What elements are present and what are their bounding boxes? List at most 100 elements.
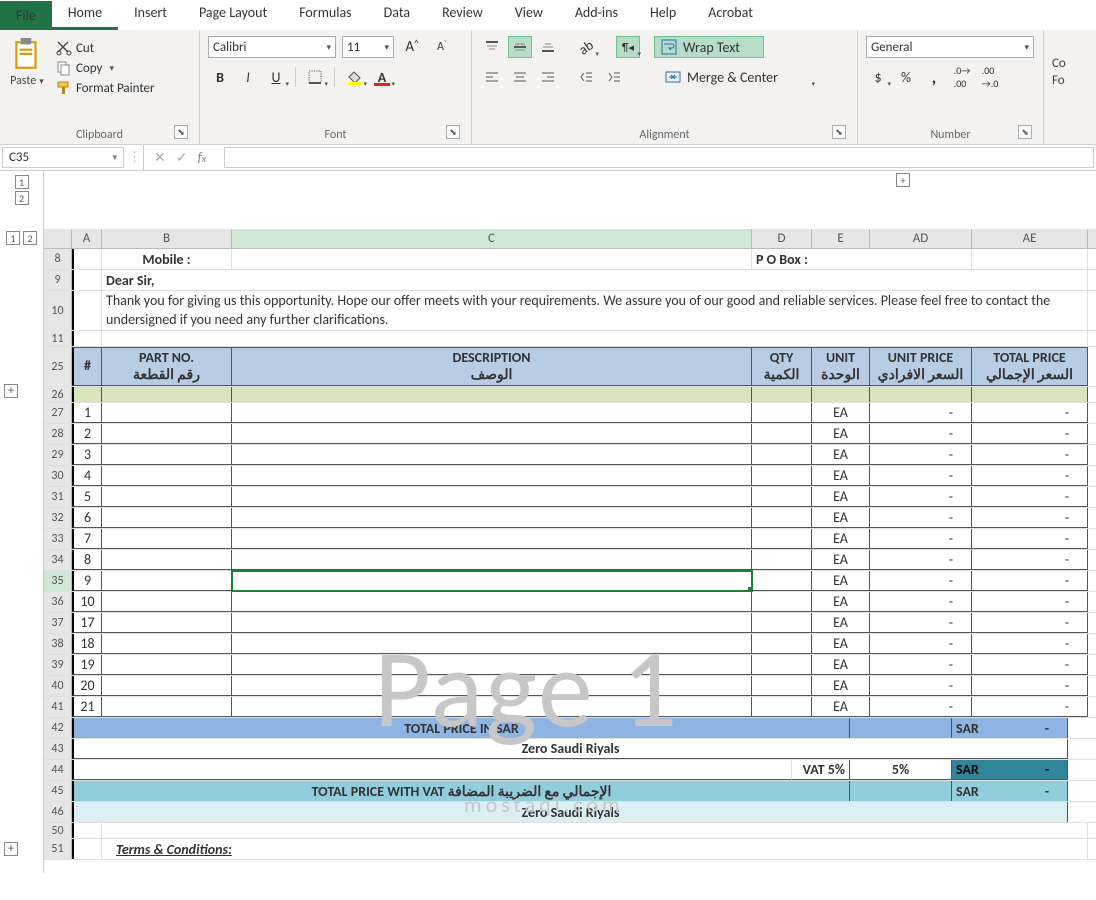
tab-formulas[interactable]: Formulas (283, 0, 367, 30)
row-header-28[interactable]: 28 (44, 424, 72, 444)
cell-desc-28[interactable] (232, 424, 752, 444)
cell-vat-sar[interactable]: SAR- (952, 760, 1068, 780)
cell-qty-30[interactable] (752, 466, 812, 486)
accounting-format-button[interactable]: $▾ (866, 66, 890, 88)
rtl-button[interactable]: ¶◂▾ (616, 36, 640, 58)
tab-view[interactable]: View (499, 0, 559, 30)
outline-expand-1[interactable]: + (4, 384, 18, 398)
cell-num-34[interactable]: 8 (72, 550, 102, 570)
italic-button[interactable]: I (236, 66, 260, 88)
row-header-27[interactable]: 27 (44, 403, 72, 423)
col-header-AD[interactable]: AD (870, 229, 972, 248)
cell-part-40[interactable] (102, 676, 232, 696)
cell-mobile-label[interactable]: Mobile : (102, 249, 232, 269)
row-header-37[interactable]: 37 (44, 613, 72, 633)
cell-num-36[interactable]: 10 (72, 592, 102, 612)
cell-part-32[interactable] (102, 508, 232, 528)
cell-desc-29[interactable] (232, 445, 752, 465)
cell-qty-31[interactable] (752, 487, 812, 507)
row-header-51[interactable]: 51 (44, 839, 72, 859)
row-header-33[interactable]: 33 (44, 529, 72, 549)
percent-format-button[interactable]: % (894, 66, 918, 88)
cell-num-40[interactable]: 20 (72, 676, 102, 696)
format-painter-button[interactable]: Format Painter (56, 80, 155, 96)
cell-intro-text[interactable]: Thank you for giving us this opportunity… (102, 291, 1088, 330)
cell-unit-33[interactable]: EA (812, 529, 870, 549)
cell-desc-30[interactable] (232, 466, 752, 486)
row-header-10[interactable]: 10 (44, 291, 72, 330)
tab-home[interactable]: Home (52, 0, 118, 30)
col-outline-expand[interactable]: + (896, 173, 910, 187)
paste-button[interactable]: Paste▾ (8, 36, 46, 90)
cell-tp-36[interactable]: - (972, 592, 1088, 612)
tab-file[interactable]: File (0, 1, 52, 30)
row-header-45[interactable]: 45 (44, 781, 72, 801)
font-dialog-launcher[interactable]: ⬊ (446, 125, 460, 139)
decrease-font-button[interactable]: Aˇ (430, 36, 454, 58)
cell-tp-40[interactable]: - (972, 676, 1088, 696)
cell-desc-37[interactable] (232, 613, 752, 633)
cell-tp-37[interactable]: - (972, 613, 1088, 633)
bold-button[interactable]: B (208, 66, 232, 88)
alignment-dialog-launcher[interactable]: ⬊ (832, 125, 846, 139)
cell-desc-36[interactable] (232, 592, 752, 612)
cell-desc-34[interactable] (232, 550, 752, 570)
cell-desc-32[interactable] (232, 508, 752, 528)
align-middle-button[interactable] (508, 36, 532, 58)
cell-up-33[interactable]: - (870, 529, 972, 549)
th-part[interactable]: PART NO.رقم القطعة (102, 347, 232, 386)
cell-unit-27[interactable]: EA (812, 403, 870, 423)
cell-num-37[interactable]: 17 (72, 613, 102, 633)
cell-tp-29[interactable]: - (972, 445, 1088, 465)
cell-part-33[interactable] (102, 529, 232, 549)
row-header-46[interactable]: 46 (44, 802, 72, 822)
cell-up-40[interactable]: - (870, 676, 972, 696)
cell-qty-32[interactable] (752, 508, 812, 528)
row-header-31[interactable]: 31 (44, 487, 72, 507)
cell-part-38[interactable] (102, 634, 232, 654)
cell-qty-38[interactable] (752, 634, 812, 654)
cell-desc-33[interactable] (232, 529, 752, 549)
cell-up-34[interactable]: - (870, 550, 972, 570)
cell-tp-38[interactable]: - (972, 634, 1088, 654)
cell-up-37[interactable]: - (870, 613, 972, 633)
cell-qty-37[interactable] (752, 613, 812, 633)
row-header-25[interactable]: 25 (44, 347, 72, 386)
cell-qty-39[interactable] (752, 655, 812, 675)
cell-up-35[interactable]: - (870, 571, 972, 591)
cut-button[interactable]: Cut (56, 40, 155, 56)
row-header-43[interactable]: 43 (44, 739, 72, 759)
cell-unit-28[interactable]: EA (812, 424, 870, 444)
merge-center-button[interactable]: Merge & Center▾ (658, 66, 814, 88)
cell-tp-39[interactable]: - (972, 655, 1088, 675)
cell-tp-27[interactable]: - (972, 403, 1088, 423)
cell-total-vat-sar[interactable]: SAR- (952, 781, 1068, 801)
cell-num-39[interactable]: 19 (72, 655, 102, 675)
cell-up-32[interactable]: - (870, 508, 972, 528)
row-header-34[interactable]: 34 (44, 550, 72, 570)
decrease-indent-button[interactable] (574, 66, 598, 88)
cell-desc-39[interactable] (232, 655, 752, 675)
align-center-button[interactable] (508, 66, 532, 88)
cell-desc-41[interactable] (232, 697, 752, 717)
number-dialog-launcher[interactable]: ⬊ (1018, 125, 1032, 139)
th-num[interactable]: # (72, 347, 102, 386)
tab-help[interactable]: Help (634, 0, 692, 30)
cell-num-29[interactable]: 3 (72, 445, 102, 465)
cell-part-30[interactable] (102, 466, 232, 486)
cell-unit-30[interactable]: EA (812, 466, 870, 486)
cell-part-41[interactable] (102, 697, 232, 717)
cell-qty-28[interactable] (752, 424, 812, 444)
cell-qty-27[interactable] (752, 403, 812, 423)
cell-num-27[interactable]: 1 (72, 403, 102, 423)
th-total-price[interactable]: TOTAL PRICEالسعر الإجمالي (972, 347, 1088, 386)
cell-tp-30[interactable]: - (972, 466, 1088, 486)
cell-part-37[interactable] (102, 613, 232, 633)
cell-num-32[interactable]: 6 (72, 508, 102, 528)
cell-vat-pct[interactable]: 5% (850, 760, 952, 780)
cell-qty-41[interactable] (752, 697, 812, 717)
align-left-button[interactable] (480, 66, 504, 88)
cell-tp-32[interactable]: - (972, 508, 1088, 528)
cell-up-30[interactable]: - (870, 466, 972, 486)
cell-pobox-label[interactable]: P O Box : (752, 249, 972, 269)
